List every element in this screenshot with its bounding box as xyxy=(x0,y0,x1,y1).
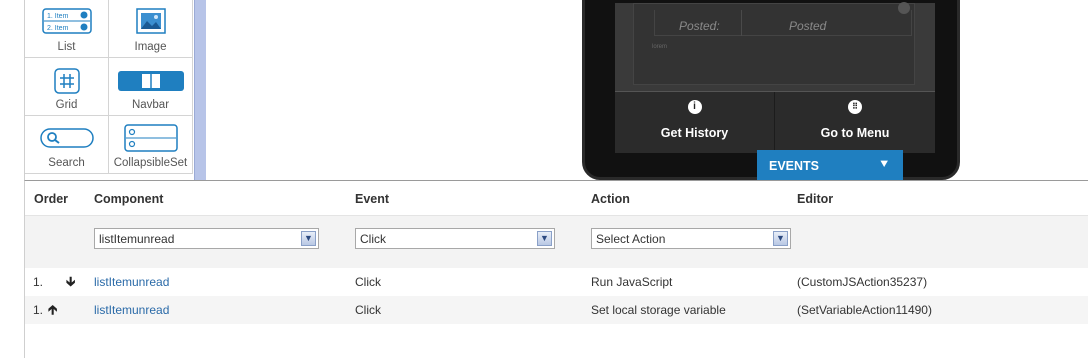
bottom-navbar: i Get History ⠿ Go to Menu xyxy=(615,91,935,154)
events-tab-label: EVENTS xyxy=(769,159,820,173)
row-component-link[interactable]: listItemunread xyxy=(94,275,169,289)
list-icon-line-2: 2. Item xyxy=(47,25,69,32)
row-editor[interactable]: (CustomJSAction35237) xyxy=(797,275,927,289)
component-select-value: listItemunread xyxy=(99,232,175,246)
chevron-down-icon[interactable]: ▼ xyxy=(301,231,316,246)
grid-icon xyxy=(53,68,80,94)
row-event: Click xyxy=(355,275,381,289)
list-icon-line-1: 1. Item xyxy=(47,13,69,20)
palette-item-label: Navbar xyxy=(131,99,170,111)
header-action: Action xyxy=(591,192,630,206)
header-order: Order xyxy=(34,192,69,206)
chevron-down-icon[interactable]: ▼ xyxy=(537,231,552,246)
go-to-menu-button[interactable]: ⠿ Go to Menu xyxy=(775,92,935,154)
device-screen: Posted: Posted lorem i Get History ⠿ Go … xyxy=(615,2,935,154)
navbar-icon xyxy=(117,71,184,91)
cell-divider xyxy=(741,10,742,36)
chevron-right-icon[interactable] xyxy=(898,2,910,14)
go-to-menu-label: Go to Menu xyxy=(820,126,890,140)
search-icon xyxy=(39,128,94,148)
palette-item-grid[interactable]: Grid xyxy=(25,58,109,116)
row-action: Run JavaScript xyxy=(591,275,673,289)
header-event: Event xyxy=(355,192,390,206)
action-select-value: Select Action xyxy=(596,232,666,246)
component-select[interactable]: listItemunread ▼ xyxy=(94,228,319,249)
component-palette: 1. Item 2. Item List Image Grid Navbar S… xyxy=(24,0,194,180)
row-action: Set local storage variable xyxy=(591,303,726,317)
app-root: 1. Item 2. Item List Image Grid Navbar S… xyxy=(0,0,1088,358)
palette-item-label: Search xyxy=(48,157,85,169)
row-order: 1. xyxy=(33,303,44,317)
palette-item-image[interactable]: Image xyxy=(109,0,193,58)
palette-item-label: Image xyxy=(134,41,167,53)
header-editor: Editor xyxy=(797,192,834,206)
action-select[interactable]: Select Action ▼ xyxy=(591,228,791,249)
chevron-down-icon[interactable]: ▼ xyxy=(773,231,788,246)
grid-dots-icon: ⠿ xyxy=(848,100,862,114)
row-component-link[interactable]: listItemunread xyxy=(94,303,169,317)
get-history-label: Get History xyxy=(660,126,729,140)
image-icon xyxy=(135,8,166,34)
palette-item-collapsibleset[interactable]: CollapsibleSet xyxy=(109,116,193,174)
palette-scrollbar[interactable] xyxy=(194,0,206,180)
posted-label: Posted: xyxy=(679,19,720,33)
posted-value: Posted xyxy=(789,19,827,33)
table-row[interactable]: 1. 🡱 listItemunread Click Set local stor… xyxy=(25,296,1088,324)
event-select-value: Click xyxy=(360,232,386,246)
palette-item-list[interactable]: 1. Item 2. Item List xyxy=(25,0,109,58)
row-editor[interactable]: (SetVariableAction11490) xyxy=(797,303,932,317)
tiny-text: lorem xyxy=(652,44,668,50)
get-history-button[interactable]: i Get History xyxy=(615,92,775,154)
chevron-double-down-icon: ⯆ xyxy=(879,157,889,171)
row-event: Click xyxy=(355,303,381,317)
event-select[interactable]: Click ▼ xyxy=(355,228,555,249)
palette-item-label: List xyxy=(57,41,76,53)
list-icon: 1. Item 2. Item xyxy=(41,8,92,34)
arrow-down-icon[interactable]: 🡳 xyxy=(66,273,75,295)
arrow-up-icon[interactable]: 🡱 xyxy=(48,301,57,323)
events-tab[interactable]: EVENTS ⯆ xyxy=(757,150,903,180)
table-row[interactable]: 1. 🡳 listItemunread Click Run JavaScript… xyxy=(25,268,1088,296)
palette-item-search[interactable]: Search xyxy=(25,116,109,174)
filter-row: listItemunread ▼ Click ▼ Select Action ▼ xyxy=(25,215,1088,269)
collapsibleset-icon xyxy=(123,124,178,152)
posted-row: Posted: Posted xyxy=(654,10,912,36)
events-table: Order Component Event Action Editor list… xyxy=(24,180,1088,358)
list-panel: Posted: Posted lorem xyxy=(633,2,915,85)
palette-item-navbar[interactable]: Navbar xyxy=(109,58,193,116)
palette-item-label: Grid xyxy=(55,99,78,111)
row-order: 1. xyxy=(33,275,44,289)
info-icon: i xyxy=(687,100,702,114)
header-component: Component xyxy=(94,192,164,206)
palette-item-label: CollapsibleSet xyxy=(113,157,188,169)
